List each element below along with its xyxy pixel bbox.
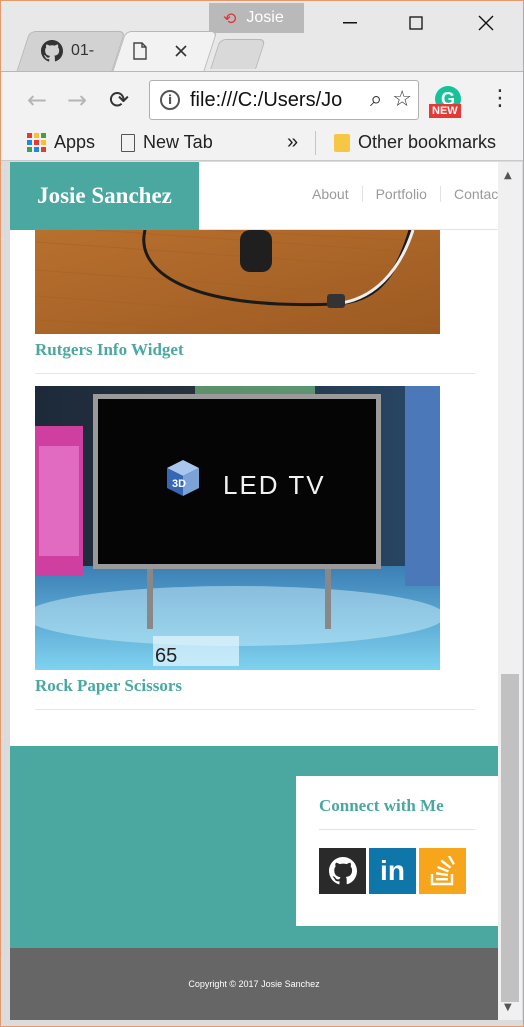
connect-panel: Connect with Me in [296, 776, 498, 926]
scroll-down-icon[interactable]: ▼ [504, 1002, 512, 1013]
tv-size-text: 65 [155, 645, 177, 667]
project-divider [35, 709, 475, 710]
bookmark-new-tab-label: New Tab [143, 132, 213, 152]
bookmarks-overflow-button[interactable]: » [287, 131, 298, 154]
stackoverflow-link[interactable] [419, 848, 466, 894]
profile-name: Josie [246, 9, 284, 26]
scrollbar-thumb[interactable] [501, 674, 519, 1002]
info-icon[interactable]: i [160, 90, 180, 110]
project-title[interactable]: Rock Paper Scissors [35, 676, 182, 696]
omnibox-actions: ⌕ ☆ [365, 87, 412, 112]
browser-menu-icon[interactable]: ⋮ [489, 86, 511, 111]
toolbar: ← → ⟳ i file:///C:/Users/Jo ⌕ ☆ G NEW ⋮ [1, 71, 523, 125]
site-brand[interactable]: Josie Sanchez [10, 162, 199, 230]
copyright-bar: Copyright © 2017 Josie Sanchez [10, 948, 498, 1020]
footer: Connect with Me in [10, 746, 498, 948]
page-icon [121, 133, 135, 152]
page-icon [133, 42, 147, 60]
tab-close-icon[interactable] [175, 45, 187, 57]
browser-window: ⟲ Josie 01- ← → ⟳ i file:///C:/Users/Jo … [0, 0, 524, 1027]
reload-button[interactable]: ⟳ [109, 86, 129, 114]
connect-divider [319, 829, 475, 830]
project-image-earphones[interactable] [35, 230, 440, 334]
maximize-button[interactable] [401, 9, 431, 37]
back-button[interactable]: ← [27, 86, 47, 114]
led-tv-photo: 3D LED TV 65 [35, 386, 440, 670]
bookmark-other[interactable]: Other bookmarks [334, 132, 496, 153]
connect-title: Connect with Me [319, 796, 444, 815]
linkedin-link[interactable]: in [369, 848, 416, 894]
stackoverflow-icon [430, 856, 455, 886]
site-header: Josie Sanchez About Portfolio Contact [10, 162, 498, 230]
bookmarks-bar: Apps New Tab » Other bookmarks [1, 125, 523, 161]
bookmark-star-icon[interactable]: ☆ [392, 87, 412, 112]
profile-button[interactable]: ⟲ Josie [209, 3, 304, 33]
minimize-icon [343, 22, 357, 24]
forward-button[interactable]: → [67, 86, 87, 114]
project-divider [35, 373, 475, 374]
github-icon [328, 857, 357, 885]
github-link[interactable] [319, 848, 366, 894]
maximize-icon [409, 16, 423, 30]
tab-github-label: 01- [71, 42, 95, 59]
zoom-icon[interactable]: ⌕ [370, 87, 382, 112]
title-bar: ⟲ Josie 01- [1, 1, 523, 76]
close-window-button[interactable] [471, 9, 501, 37]
apps-grid-icon [27, 133, 46, 152]
nav-contact[interactable]: Contact [439, 186, 498, 202]
project-image-tv[interactable]: 3D LED TV 65 [35, 386, 440, 670]
linkedin-icon: in [380, 855, 405, 886]
page-scrollbar[interactable]: ▲ ▼ [498, 162, 522, 1020]
scroll-up-icon[interactable]: ▲ [504, 170, 512, 181]
folder-icon [334, 133, 350, 152]
earphones-photo [35, 230, 440, 334]
address-text: file:///C:/Users/Jo [190, 88, 343, 111]
tv-brand-text: LED TV [223, 470, 326, 500]
bookmark-other-label: Other bookmarks [358, 132, 497, 152]
copyright-text: Copyright © 2017 Josie Sanchez [188, 979, 320, 989]
close-icon [478, 15, 494, 31]
address-bar[interactable]: i file:///C:/Users/Jo ⌕ ☆ [149, 80, 419, 120]
nav-about[interactable]: About [300, 186, 362, 202]
tab-active-content [133, 31, 187, 71]
bookmark-apps[interactable]: Apps [27, 132, 95, 153]
new-tab-button[interactable] [210, 39, 266, 69]
bookmark-apps-label: Apps [54, 132, 96, 152]
project-title[interactable]: Rutgers Info Widget [35, 340, 184, 360]
extension-button[interactable]: G NEW [429, 86, 465, 122]
github-icon [41, 40, 63, 62]
minimize-button[interactable] [335, 9, 365, 37]
nav-portfolio[interactable]: Portfolio [361, 186, 440, 202]
extension-badge: NEW [429, 104, 461, 118]
bookmarks-divider [315, 131, 316, 155]
tv-badge-text: 3D [172, 478, 186, 490]
tab-github-content: 01- [41, 31, 94, 71]
profile-switch-icon: ⟲ [223, 8, 237, 28]
site-nav: About Portfolio Contact [300, 186, 498, 202]
bookmark-new-tab[interactable]: New Tab [121, 132, 213, 153]
page-viewport: Rutgers Info Widget 3D LED TV 65 Rock Pa… [10, 162, 498, 1020]
